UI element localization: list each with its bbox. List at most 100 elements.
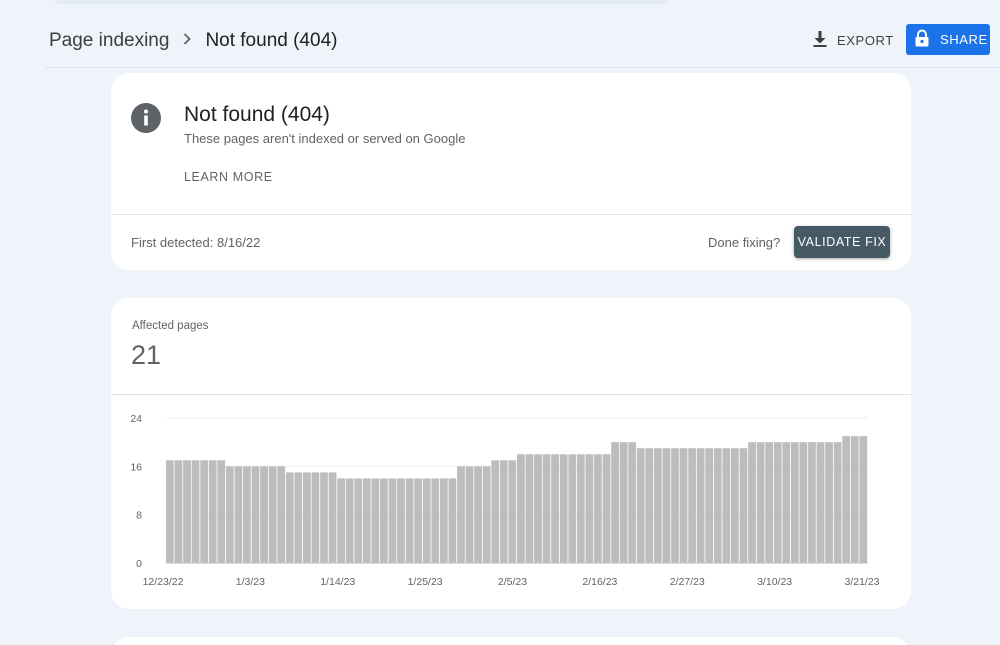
- breadcrumb-page-indexing[interactable]: Page indexing: [49, 30, 169, 52]
- chart-bar: [414, 478, 423, 563]
- export-label: EXPORT: [837, 32, 894, 48]
- chart-bar: [465, 466, 474, 563]
- chart-bar: [208, 460, 217, 563]
- chart-bar: [354, 478, 363, 563]
- chart-bar: [405, 478, 414, 563]
- chart-bar: [688, 448, 696, 563]
- affected-pages-card: Affected pages 21 0 8 16 24 12/23/22 1/3/23 1/…: [111, 298, 911, 609]
- breadcrumb: Page indexing Not found (404): [49, 28, 337, 54]
- chart-bar: [517, 454, 525, 563]
- chart-bar: [653, 448, 662, 563]
- chart-bar: [782, 442, 791, 563]
- chart-bar: [808, 442, 816, 563]
- y-tick-label: 8: [136, 510, 142, 522]
- chart-bar: [611, 442, 619, 563]
- chart-bar: [345, 478, 354, 563]
- chart-bar: [397, 478, 405, 563]
- chevron-right-icon: [169, 30, 205, 52]
- chart-bar: [491, 460, 500, 563]
- card-divider: [111, 214, 911, 215]
- issue-title: Not found (404): [184, 103, 330, 126]
- examples-card: [111, 637, 911, 645]
- chart-bar: [825, 442, 833, 563]
- breadcrumb-current: Not found (404): [205, 30, 338, 51]
- chart-bar: [191, 460, 200, 563]
- chart-bar: [585, 454, 594, 563]
- chart-bar: [705, 448, 714, 563]
- lock-icon: [914, 29, 930, 50]
- affected-pages-chart: 0 8 16 24 12/23/22 1/3/23 1/14/23 1/25/23 2/5/23…: [130, 413, 879, 588]
- download-icon: [812, 30, 828, 51]
- chart-bar: [174, 460, 183, 563]
- chart-bar: [225, 466, 234, 563]
- chart-bar: [713, 448, 722, 563]
- chart-bar: [525, 454, 534, 563]
- chart-bar: [568, 454, 577, 563]
- chart-bar: [722, 448, 731, 563]
- chevron-right-icon-svg: [184, 33, 192, 45]
- chart-bar: [508, 460, 517, 563]
- chart-bar: [337, 478, 345, 563]
- x-tick-label: 3/10/23: [757, 576, 792, 588]
- chart-bar: [431, 478, 440, 563]
- chart-bar: [482, 466, 491, 563]
- info-icon-svg: [144, 109, 148, 126]
- chart-bar: [765, 442, 774, 563]
- validate-fix-button[interactable]: VALIDATE FIX: [794, 226, 890, 258]
- y-tick-label: 16: [130, 461, 142, 473]
- chart-bar: [371, 478, 380, 563]
- chart-bar: [696, 448, 705, 563]
- chart-bar: [328, 472, 337, 563]
- chart-bar: [756, 442, 765, 563]
- chart-bar: [200, 460, 209, 563]
- y-tick-label: 0: [136, 558, 142, 570]
- chart-bar: [594, 454, 602, 563]
- share-button[interactable]: SHARE: [906, 24, 990, 55]
- chart-bar: [748, 442, 756, 563]
- y-tick-label: 24: [130, 413, 142, 425]
- issue-details-card: Not found (404) These pages aren't index…: [111, 73, 911, 270]
- chart-bar: [499, 460, 508, 563]
- chart-bar: [671, 448, 679, 563]
- x-tick-label: 1/3/23: [236, 576, 265, 588]
- issue-description: These pages aren't indexed or served on …: [184, 131, 466, 146]
- chart-bar: [260, 466, 268, 563]
- chart-bar: [628, 442, 637, 563]
- chart-bar: [457, 466, 465, 563]
- chart-bar: [268, 466, 277, 563]
- chart-bar: [636, 448, 645, 563]
- chart-bar: [551, 454, 560, 563]
- chart-bar: [790, 442, 799, 563]
- chart-bar: [799, 442, 808, 563]
- chart-bar: [731, 448, 739, 563]
- chart-bar: [816, 442, 825, 563]
- header-divider: [45, 67, 1000, 68]
- chart-bar: [859, 436, 868, 563]
- chart-bar: [542, 454, 551, 563]
- chart-bar: [576, 454, 585, 563]
- chart-bar: [251, 466, 260, 563]
- chart-bar: [534, 454, 542, 563]
- chart-bar: [362, 478, 371, 563]
- chart-bar: [645, 448, 654, 563]
- download-icon-svg: [813, 30, 827, 47]
- chart-bar: [243, 466, 251, 563]
- chart-bar: [833, 442, 842, 563]
- export-button[interactable]: EXPORT: [812, 26, 894, 54]
- done-fixing-label: Done fixing?: [708, 235, 781, 250]
- chart-bar: [448, 478, 457, 563]
- chart-bar: [619, 442, 628, 563]
- x-tick-label: 3/21/23: [844, 576, 879, 588]
- x-tick-label: 1/25/23: [408, 576, 443, 588]
- chart-bar: [311, 472, 320, 563]
- chart-bar: [183, 460, 191, 563]
- first-detected-date: First detected: 8/16/22: [131, 235, 261, 250]
- learn-more-link[interactable]: LEARN MORE: [184, 170, 273, 184]
- x-tick-label: 2/16/23: [582, 576, 617, 588]
- chart-bar: [294, 472, 303, 563]
- x-tick-label: 2/5/23: [498, 576, 527, 588]
- x-tick-label: 2/27/23: [670, 576, 705, 588]
- chart-bar: [217, 460, 226, 563]
- x-tick-label: 12/23/22: [143, 576, 184, 588]
- chart-bar: [234, 466, 243, 563]
